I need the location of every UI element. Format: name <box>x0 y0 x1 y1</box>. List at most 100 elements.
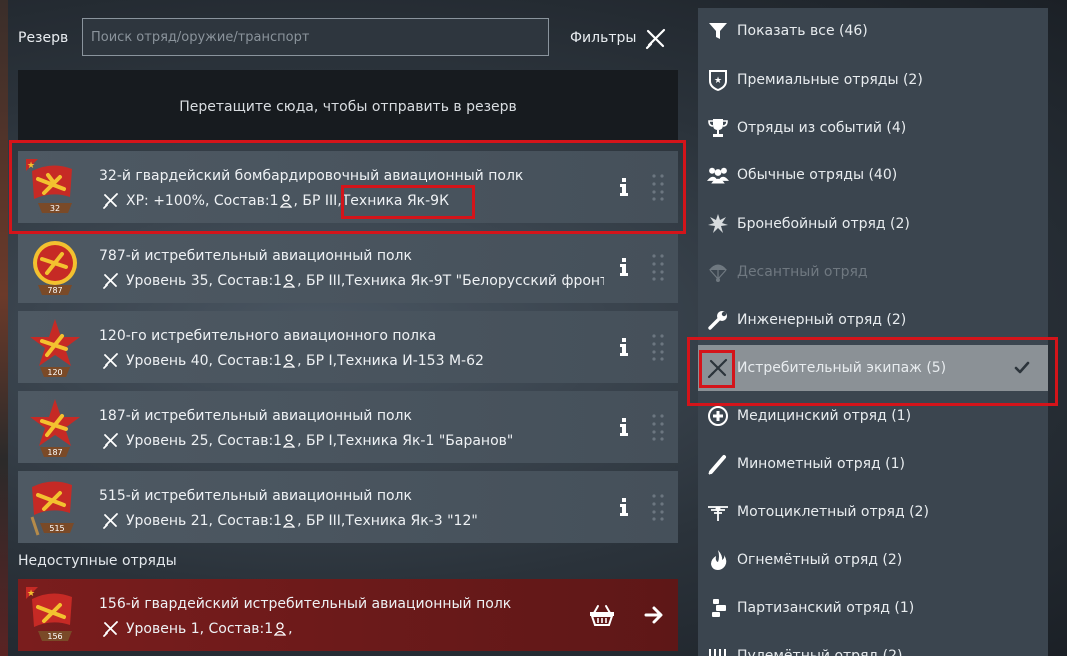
squad-rank: , БР III, <box>297 273 346 289</box>
search-input[interactable] <box>82 18 549 56</box>
squad-vehicle: Техника Як-3 "12" <box>345 513 478 529</box>
flame-icon <box>711 550 727 570</box>
fighter-plane-icon <box>103 621 118 637</box>
explosion-icon <box>708 214 728 233</box>
squad-stats: Уровень 40, Состав:1 <box>126 353 283 369</box>
person-icon <box>283 514 296 528</box>
person-icon <box>283 354 296 368</box>
squad-banner-icon: 515 <box>30 481 74 536</box>
partisan-icon <box>712 599 726 617</box>
squad-rank: , БР I, <box>297 353 338 369</box>
squad-rank: , БР III, <box>297 513 346 529</box>
squad-details: XP: +100%, Состав:1 , БР III, Техника Як… <box>102 191 604 211</box>
filter-motorcycle[interactable]: Мотоциклетный отряд (2) <box>698 489 1048 535</box>
mortar-icon <box>708 455 726 475</box>
person-icon <box>274 622 287 636</box>
reserve-drop-zone[interactable]: Перетащите сюда, чтобы отправить в резер… <box>18 70 678 142</box>
info-icon[interactable] <box>619 497 629 517</box>
filter-anti-tank[interactable]: Бронебойный отряд (2) <box>698 201 1048 247</box>
drag-handle-icon[interactable] <box>651 173 665 201</box>
medical-cross-icon <box>708 406 728 426</box>
squad-badge-number: 787 <box>47 286 62 295</box>
squad-title: 187-й истребительный авиационный полк <box>99 408 412 424</box>
filter-label: Инженерный отряд (2) <box>737 312 907 328</box>
fighter-plane-icon <box>707 358 728 379</box>
filter-flamethrower[interactable]: Огнемётный отряд (2) <box>698 537 1048 583</box>
drag-handle-icon[interactable] <box>651 253 665 281</box>
squad-stats: Уровень 35, Состав:1 <box>126 273 283 289</box>
motorcycle-icon <box>708 506 728 521</box>
squad-vehicle: Техника И-153 М-62 <box>337 353 484 369</box>
filter-events[interactable]: Отряды из событий (4) <box>698 105 1048 151</box>
squad-badge-number: 187 <box>47 448 62 457</box>
squad-banner-icon: ★ 156 <box>26 587 72 641</box>
filter-label: Партизанский отряд (1) <box>737 600 915 616</box>
squad-badge-number: 120 <box>47 368 62 377</box>
squad-badge-number: 156 <box>47 632 62 641</box>
drop-zone-text: Перетащите сюда, чтобы отправить в резер… <box>179 99 517 115</box>
filter-label: Истребительный экипаж (5) <box>737 360 947 376</box>
squad-emblem-icon: 787 <box>33 241 77 295</box>
squad-details: Уровень 1, Состав:1 , <box>102 619 604 639</box>
filter-show-all[interactable]: Показать все (46) <box>698 8 1048 54</box>
filter-machine-gun[interactable]: Пулемётный отряд (2) <box>698 633 1048 656</box>
squad-title: 787-й истребительный авиационный полк <box>99 248 412 264</box>
squad-card[interactable]: 120 120-го истребительного авиационного … <box>18 311 678 383</box>
svg-text:★: ★ <box>27 589 35 599</box>
shopping-basket-icon[interactable] <box>589 603 615 627</box>
squad-details: Уровень 40, Состав:1 , БР I, Техника И-1… <box>102 351 604 371</box>
squad-star-icon: 120 <box>30 319 80 377</box>
filter-medical[interactable]: Медицинский отряд (1) <box>698 393 1048 439</box>
filter-panel: Показать все (46) ★ Премиальные отряды (… <box>698 8 1048 656</box>
premium-shield-icon: ★ <box>709 70 727 91</box>
drag-handle-icon[interactable] <box>651 493 665 521</box>
squad-rank: , БР III, <box>293 193 342 209</box>
filter-partisan[interactable]: Партизанский отряд (1) <box>698 585 1048 631</box>
filter-label: Отряды из событий (4) <box>737 120 907 136</box>
filter-premium[interactable]: ★ Премиальные отряды (2) <box>698 57 1048 103</box>
info-icon[interactable] <box>619 417 629 437</box>
filter-label: Показать все (46) <box>737 23 868 39</box>
filter-paratroopers[interactable]: Десантный отряд <box>698 249 1048 295</box>
filter-label: Огнемётный отряд (2) <box>737 552 903 568</box>
info-icon[interactable] <box>619 257 629 277</box>
squad-title: 156-й гвардейский истребительный авиацио… <box>99 596 512 612</box>
fighter-plane-icon <box>103 433 118 449</box>
filter-label: Медицинский отряд (1) <box>737 408 912 424</box>
squad-banner-icon: ★ 32 <box>26 159 72 213</box>
person-icon <box>283 274 296 288</box>
drag-handle-icon[interactable] <box>651 333 665 361</box>
svg-text:★: ★ <box>27 161 35 171</box>
squad-title: 32-й гвардейский бомбардировочный авиаци… <box>99 168 524 184</box>
squad-star-icon: 187 <box>30 399 80 457</box>
filter-label: Мотоциклетный отряд (2) <box>737 504 929 520</box>
squad-stats: XP: +100%, Состав:1 <box>126 193 279 209</box>
squad-title: 120-го истребительного авиационного полк… <box>99 328 437 344</box>
checkmark-icon <box>1014 361 1030 374</box>
filter-mortar[interactable]: Минометный отряд (1) <box>698 441 1048 487</box>
squad-vehicle: Техника Як-9Т "Белорусский фронт" <box>345 273 604 289</box>
fighter-plane-icon <box>103 273 118 289</box>
arrow-right-icon[interactable] <box>644 605 664 625</box>
squad-title: 515-й истребительный авиационный полк <box>99 488 412 504</box>
squad-card[interactable]: 515 515-й истребительный авиационный пол… <box>18 471 678 543</box>
info-icon[interactable] <box>619 177 629 197</box>
squad-card[interactable]: 787 787-й истребительный авиационный пол… <box>18 231 678 303</box>
unavailable-section-title: Недоступные отряды <box>18 553 177 569</box>
fighter-plane-icon[interactable] <box>644 27 668 51</box>
fighter-plane-icon <box>103 353 118 369</box>
filters-label[interactable]: Фильтры <box>570 30 636 46</box>
locked-squad-card[interactable]: ★ 156 156-й гвардейский истребительный а… <box>18 579 678 651</box>
info-icon[interactable] <box>619 337 629 357</box>
filter-label: Обычные отряды (40) <box>737 167 898 183</box>
filter-fighter-crew[interactable]: Истребительный экипаж (5) <box>698 345 1048 391</box>
squad-card[interactable]: 187 187-й истребительный авиационный пол… <box>18 391 678 463</box>
fighter-plane-icon <box>103 513 118 529</box>
squad-card[interactable]: ★ 32 32-й гвардейский бомбардировочный а… <box>18 151 678 223</box>
filter-engineer[interactable]: Инженерный отряд (2) <box>698 297 1048 343</box>
filter-regular[interactable]: Обычные отряды (40) <box>698 152 1048 198</box>
fighter-plane-icon <box>103 193 118 209</box>
squad-stats: Уровень 25, Состав:1 <box>126 433 283 449</box>
wrench-icon <box>708 311 727 330</box>
drag-handle-icon[interactable] <box>651 413 665 441</box>
